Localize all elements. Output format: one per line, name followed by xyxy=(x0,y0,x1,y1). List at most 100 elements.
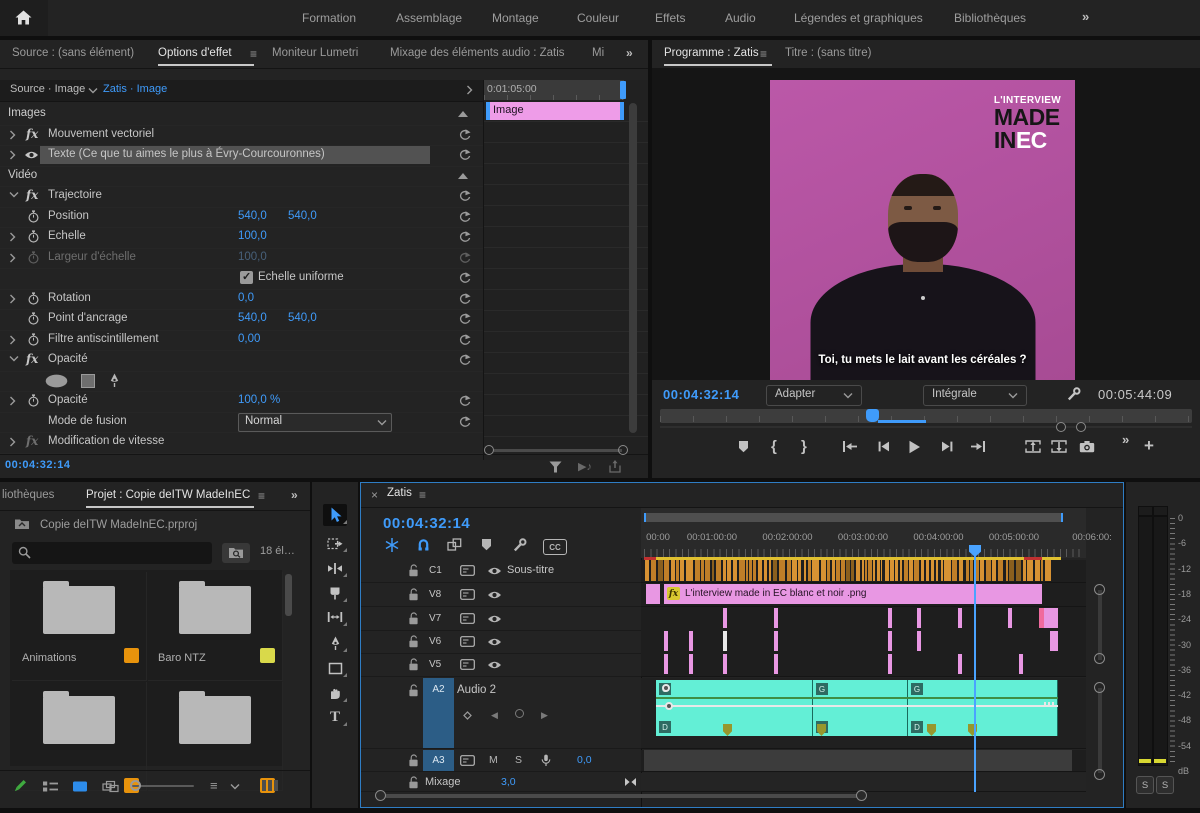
mini-clip-white[interactable] xyxy=(723,631,727,651)
caption-clip[interactable] xyxy=(1009,560,1014,581)
caption-clip[interactable] xyxy=(680,560,684,581)
timeline-tab-close-icon[interactable]: × xyxy=(371,488,378,502)
keyframe-stopwatch-icon[interactable] xyxy=(27,230,40,243)
add-button[interactable]: + xyxy=(1144,436,1154,456)
caption-clip[interactable] xyxy=(926,560,929,581)
mark-out-button[interactable]: } xyxy=(801,438,807,455)
mark-in-button[interactable]: { xyxy=(771,438,777,455)
chevron-right-icon[interactable] xyxy=(9,294,16,304)
project-root-folder-icon[interactable] xyxy=(14,518,30,530)
caption-clip[interactable] xyxy=(716,560,721,581)
track-id[interactable]: V6 xyxy=(429,636,441,647)
fx-value[interactable]: 0,0 xyxy=(238,292,254,304)
fx-target-clip-label[interactable]: Zatis · Image xyxy=(103,83,167,95)
track-content-v6[interactable] xyxy=(641,630,1086,654)
caption-clip[interactable] xyxy=(733,560,737,581)
fx-tab-overflow[interactable]: » xyxy=(626,46,633,60)
home-icon[interactable] xyxy=(15,10,32,25)
playback-resolution-select[interactable]: Intégrale xyxy=(923,385,1027,406)
track-id[interactable]: V5 xyxy=(429,659,441,670)
caption-clip[interactable] xyxy=(651,560,656,581)
fit-sequence-icon[interactable] xyxy=(624,777,637,787)
caption-clip[interactable] xyxy=(952,560,957,581)
export-frame-button[interactable] xyxy=(1079,440,1095,453)
keyframe-stopwatch-icon[interactable] xyxy=(27,251,40,264)
caption-clip[interactable] xyxy=(959,560,964,581)
mini-clip[interactable] xyxy=(917,631,921,651)
master-gain-value[interactable]: 3,0 xyxy=(501,776,516,788)
caption-clip[interactable] xyxy=(779,560,784,581)
chevron-right-icon[interactable] xyxy=(9,253,16,263)
workspace-tab-5[interactable]: Effets xyxy=(655,0,685,36)
track-header-v7[interactable]: V7 xyxy=(361,607,641,631)
chevron-right-icon[interactable] xyxy=(9,130,16,140)
caption-clip[interactable] xyxy=(890,560,894,581)
track-id[interactable]: V7 xyxy=(429,613,441,624)
caption-clip[interactable] xyxy=(1016,560,1021,581)
fx-scroll-handle-left[interactable] xyxy=(484,445,494,455)
caption-clip[interactable] xyxy=(1027,560,1032,581)
reset-parameter-icon[interactable] xyxy=(458,272,471,284)
caption-clip[interactable] xyxy=(816,560,819,581)
transport-more-button[interactable]: » xyxy=(1122,432,1129,447)
fx-tab-3[interactable]: Moniteur Lumetri xyxy=(272,40,358,66)
track-output-icon[interactable] xyxy=(460,636,475,647)
keyframe-stopwatch-icon[interactable] xyxy=(27,210,40,223)
keyframe-line[interactable] xyxy=(656,705,1058,707)
project-bin-item[interactable] xyxy=(12,682,147,791)
track-id[interactable]: V8 xyxy=(429,589,441,600)
reset-parameter-icon[interactable] xyxy=(458,190,471,202)
reset-parameter-icon[interactable] xyxy=(458,395,471,407)
caption-clip[interactable] xyxy=(753,560,756,581)
mini-clip[interactable] xyxy=(774,608,778,628)
caption-clip[interactable] xyxy=(827,560,830,581)
fx-h-scrollbar[interactable] xyxy=(494,449,622,452)
mini-clip[interactable] xyxy=(774,654,778,674)
timeline-settings-icon[interactable] xyxy=(513,538,527,552)
track-output-icon[interactable] xyxy=(460,755,475,766)
lock-icon[interactable] xyxy=(407,776,420,789)
track-header-a2[interactable]: A2Audio 2◀▶ xyxy=(361,678,641,749)
mini-clip[interactable] xyxy=(664,631,668,651)
track-output-icon[interactable] xyxy=(460,613,475,624)
caption-clip[interactable] xyxy=(749,560,752,581)
track-content-v8[interactable]: fxL'interview made in EC blanc et noir .… xyxy=(641,583,1086,607)
freeform-view-button[interactable] xyxy=(102,780,119,793)
caption-clip[interactable] xyxy=(904,560,908,581)
settings-wrench-icon[interactable] xyxy=(1067,387,1081,401)
fx-value[interactable]: 0,00 xyxy=(238,333,260,345)
caption-clip[interactable] xyxy=(992,560,996,581)
audio-tracks-scrollbar[interactable] xyxy=(1098,688,1102,773)
fx-mini-playhead[interactable] xyxy=(620,81,626,99)
meter-solo-button[interactable]: S xyxy=(1156,776,1174,794)
mini-clip[interactable] xyxy=(689,631,693,651)
mini-clip[interactable] xyxy=(774,631,778,651)
project-bin-item[interactable]: Animations xyxy=(12,572,147,681)
workspace-tab-1[interactable]: Formation xyxy=(302,0,356,36)
sort-chevron-icon[interactable] xyxy=(230,783,240,790)
caption-clip[interactable] xyxy=(658,560,663,581)
eye-icon[interactable] xyxy=(487,637,502,647)
mute-button[interactable]: M xyxy=(489,754,498,766)
chevron-right-icon[interactable] xyxy=(9,150,16,160)
caption-clip[interactable] xyxy=(841,560,845,581)
eye-icon[interactable] xyxy=(487,590,502,600)
caption-clip[interactable] xyxy=(998,560,1003,581)
track-content-v5[interactable] xyxy=(641,653,1086,677)
caption-clip[interactable] xyxy=(773,560,778,581)
audio-clip-segment[interactable]: GD xyxy=(813,680,908,736)
libraries-tab-clipped[interactable]: liothèques xyxy=(2,482,54,508)
fx-value[interactable]: 100,0 xyxy=(238,230,267,242)
timeline-h-scrollbar[interactable] xyxy=(385,794,861,798)
timeline-playhead-line[interactable] xyxy=(974,547,976,792)
solo-button[interactable]: S xyxy=(515,754,522,766)
program-playhead[interactable] xyxy=(866,409,879,422)
caption-clip[interactable] xyxy=(941,560,943,581)
track-output-icon[interactable] xyxy=(460,589,475,600)
reset-parameter-icon[interactable] xyxy=(458,231,471,243)
title-tab[interactable]: Titre : (sans titre) xyxy=(785,40,871,66)
lock-icon[interactable] xyxy=(407,658,420,671)
zoom-level-select[interactable]: Adapter xyxy=(766,385,862,406)
mini-timeline-toggle-icon[interactable] xyxy=(466,85,473,95)
caption-clip[interactable] xyxy=(798,560,800,581)
